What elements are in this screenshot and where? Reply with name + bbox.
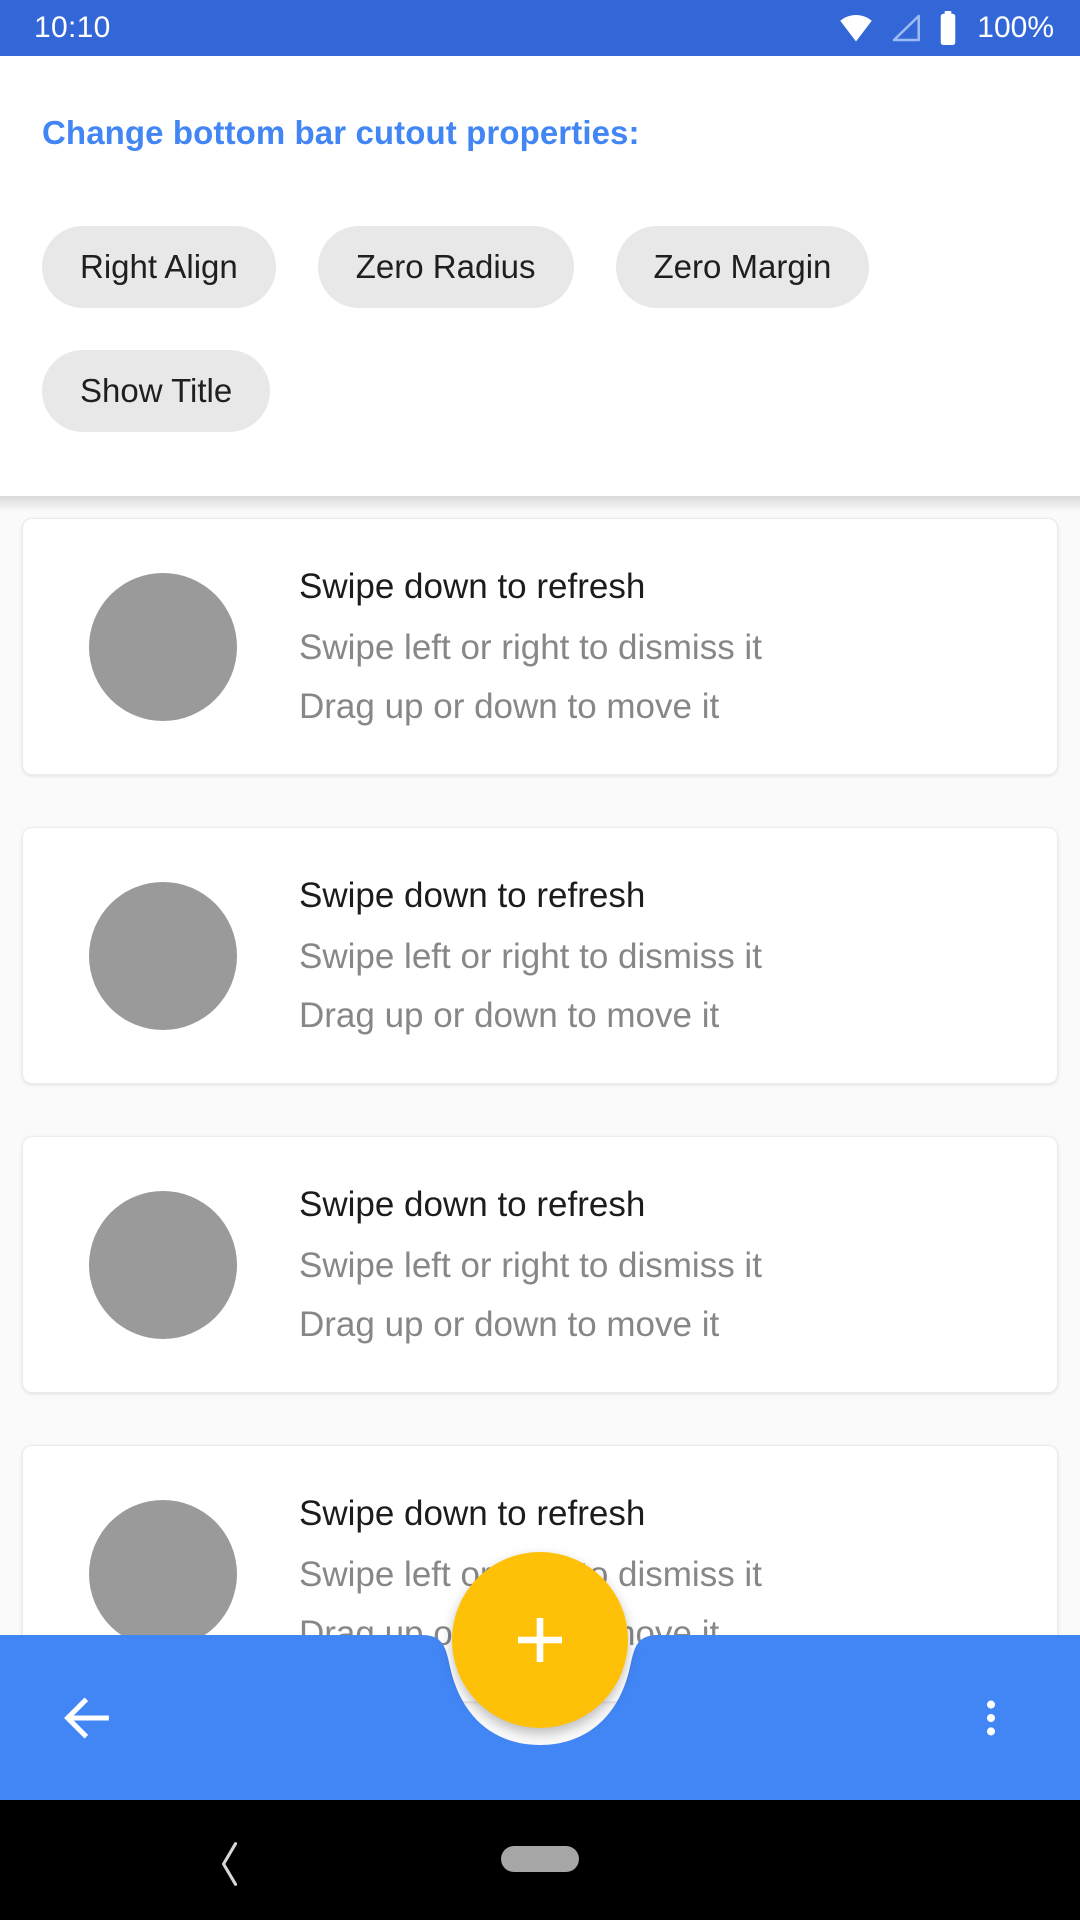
avatar bbox=[89, 1499, 237, 1648]
battery-icon bbox=[937, 11, 959, 45]
signal-icon bbox=[889, 13, 923, 43]
list-item-subtitle-1: Swipe left or right to dismiss it bbox=[299, 1246, 762, 1285]
battery-percent-label: 100% bbox=[977, 11, 1054, 44]
avatar bbox=[89, 881, 237, 1030]
chevron-left-icon[interactable] bbox=[200, 1834, 260, 1894]
chip-zero-margin[interactable]: Zero Margin bbox=[615, 226, 870, 308]
list-item-subtitle-1: Swipe left or right to dismiss it bbox=[299, 937, 762, 976]
list-item-subtitle-2: Drag up or down to move it bbox=[299, 996, 720, 1035]
list-item[interactable]: Swipe down to refresh Swipe left or righ… bbox=[22, 518, 1058, 775]
chip-show-title[interactable]: Show Title bbox=[42, 350, 271, 432]
chip-group: Right Align Zero Radius Zero Margin Show… bbox=[42, 226, 1042, 432]
avatar bbox=[89, 1190, 237, 1339]
status-bar-icons: 100% bbox=[837, 11, 1054, 45]
chip-right-align[interactable]: Right Align bbox=[42, 226, 276, 308]
avatar bbox=[89, 572, 237, 721]
android-screen: 10:10 100% Change bottom bar cutout prop… bbox=[0, 0, 1080, 1920]
back-arrow-icon[interactable] bbox=[44, 1675, 130, 1761]
home-pill[interactable] bbox=[501, 1846, 579, 1872]
list-item-title: Swipe down to refresh bbox=[299, 1494, 646, 1533]
list-item-subtitle-2: Drag up or down to move it bbox=[299, 1305, 720, 1344]
list-item[interactable]: Swipe down to refresh Swipe left or righ… bbox=[22, 827, 1058, 1084]
list-item-title: Swipe down to refresh bbox=[299, 567, 646, 606]
list-item-subtitle-2: Drag up or down to move it bbox=[299, 687, 720, 726]
plus-icon bbox=[507, 1607, 573, 1673]
list-item-title: Swipe down to refresh bbox=[299, 876, 646, 915]
status-bar-clock: 10:10 bbox=[34, 11, 111, 44]
list-item-subtitle-1: Swipe left or right to dismiss it bbox=[299, 628, 762, 667]
status-bar: 10:10 100% bbox=[0, 0, 1080, 56]
page-title: Change bottom bar cutout properties: bbox=[42, 114, 640, 151]
header-divider-shadow bbox=[0, 496, 1080, 512]
list-item[interactable]: Swipe down to refresh Swipe left or righ… bbox=[22, 1136, 1058, 1393]
floating-action-button[interactable] bbox=[452, 1552, 628, 1728]
wifi-icon bbox=[837, 13, 875, 43]
chip-zero-radius[interactable]: Zero Radius bbox=[317, 226, 574, 308]
list-item-title: Swipe down to refresh bbox=[299, 1185, 646, 1224]
more-vert-icon[interactable] bbox=[948, 1675, 1034, 1761]
android-navigation-bar bbox=[0, 1800, 1080, 1920]
header-panel: Change bottom bar cutout properties: Rig… bbox=[0, 56, 1080, 496]
